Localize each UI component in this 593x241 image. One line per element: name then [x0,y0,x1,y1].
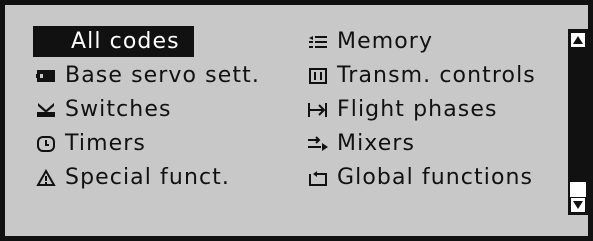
menu-item-label: Special funct. [65,165,231,190]
menu-item-base-servo[interactable]: Base servo sett. [33,60,260,91]
menu-item-label: Switches [65,97,172,122]
menu-item-label: Memory [337,29,434,54]
menu-item-special-funct[interactable]: Special funct. [33,162,230,193]
memory-list-icon [305,33,331,51]
transmitter-controls-icon [305,67,331,85]
timer-icon [33,135,59,153]
menu-item-memory[interactable]: Memory [305,26,433,57]
menu-item-global-functions[interactable]: Global functions [305,162,533,193]
menu-item-flight-phases[interactable]: Flight phases [305,94,498,125]
menu-item-label: Base servo sett. [65,63,260,88]
menu-item-timers[interactable]: Timers [33,128,146,159]
warning-triangle-icon [33,168,59,187]
menu-item-all-codes[interactable]: All codes [33,26,194,57]
menu-item-label: Global functions [337,165,534,190]
menu-item-label: All codes [71,29,180,54]
global-functions-icon [305,169,331,187]
triangle-down-icon[interactable] [570,197,586,213]
mixer-arrows-icon [305,135,331,153]
switch-lever-icon [33,101,59,119]
flight-phase-arrow-icon [305,101,331,119]
menu-item-mixers[interactable]: Mixers [305,128,415,159]
menu-item-label: Transm. controls [337,63,536,88]
lcd-screen: All codes Base servo sett. Switches Time… [0,0,593,241]
scrollbar[interactable] [568,29,590,215]
menu-item-label: Mixers [337,131,416,156]
triangle-up-icon[interactable] [570,32,586,48]
menu-item-switches[interactable]: Switches [33,94,172,125]
menu-item-label: Flight phases [337,97,498,122]
menu-item-label: Timers [65,131,146,156]
menu-item-transm-controls[interactable]: Transm. controls [305,60,536,91]
servo-block-icon [33,68,59,84]
